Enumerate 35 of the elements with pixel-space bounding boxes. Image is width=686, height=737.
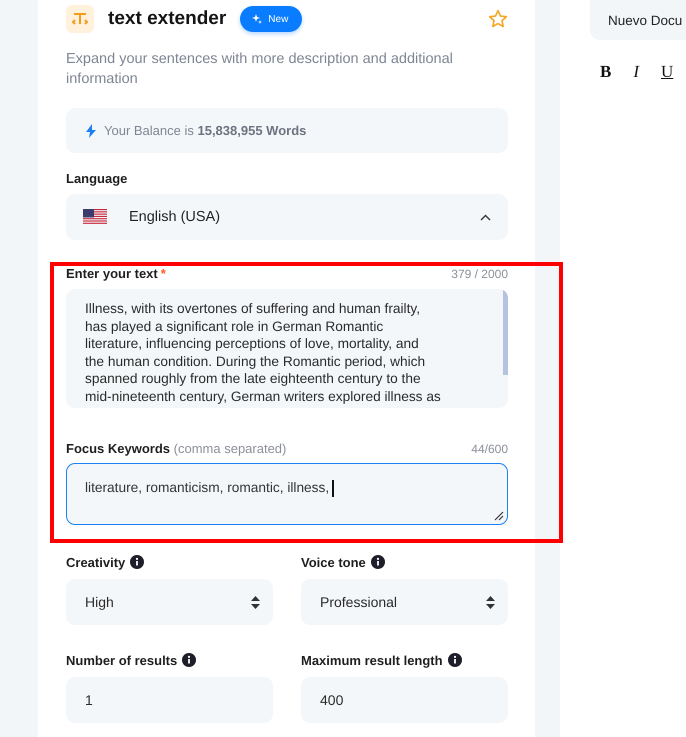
star-icon[interactable] (488, 9, 508, 29)
language-select[interactable]: English (USA) (66, 194, 508, 240)
format-button[interactable]: I (633, 62, 640, 82)
setting-label: Voice tone (301, 554, 366, 570)
sort-arrows-icon (251, 596, 260, 608)
balance-text: Your Balance is 15,838,955 Words (104, 123, 306, 138)
keywords-label: Focus Keywords (comma separated) (66, 441, 286, 456)
setting-input[interactable]: 1 (66, 677, 273, 723)
language-label: Language (66, 171, 128, 186)
sort-arrows-icon (486, 596, 495, 608)
new-badge: New (240, 6, 302, 32)
info-icon[interactable] (182, 653, 196, 667)
setting-label: Number of results (66, 652, 178, 668)
setting-label: Maximum result length (301, 652, 443, 668)
format-button[interactable]: B (600, 62, 612, 82)
tool-logo-icon (66, 5, 94, 33)
setting-select[interactable]: Professional (301, 579, 508, 625)
setting-input[interactable]: 400 (301, 677, 508, 723)
keywords-counter: 44/600 (471, 442, 508, 456)
tool-description: Expand your sentences with more description and additional information (66, 50, 454, 89)
keywords-field[interactable]: literature, romanticism, romantic, illness, (66, 463, 508, 525)
text-area[interactable]: Illness, with its overtones of suffering and human frailty, has played a significant role in German Romantic literature, influencing perceptions of love, mortality, and the human condition. During the Romantic period, which spanned roughly from the late eighteenth century to the mid-nineteenth century, German writers explored illness as (66, 289, 508, 408)
setting-label: Creativity (66, 554, 126, 570)
tool-title: text extender (108, 8, 226, 30)
lightning-icon (86, 124, 96, 138)
document-title[interactable]: Nuevo Docu (590, 0, 686, 40)
resize-handle-icon[interactable] (494, 511, 504, 521)
flag-icon (83, 209, 107, 225)
text-label: Enter your text * (66, 266, 166, 281)
info-icon[interactable] (130, 555, 144, 569)
character-counter: 379 / 2000 (451, 266, 508, 280)
info-icon[interactable] (448, 653, 462, 667)
setting-select[interactable]: High (66, 579, 273, 625)
info-icon[interactable] (370, 555, 385, 569)
format-button[interactable]: U (661, 62, 674, 82)
